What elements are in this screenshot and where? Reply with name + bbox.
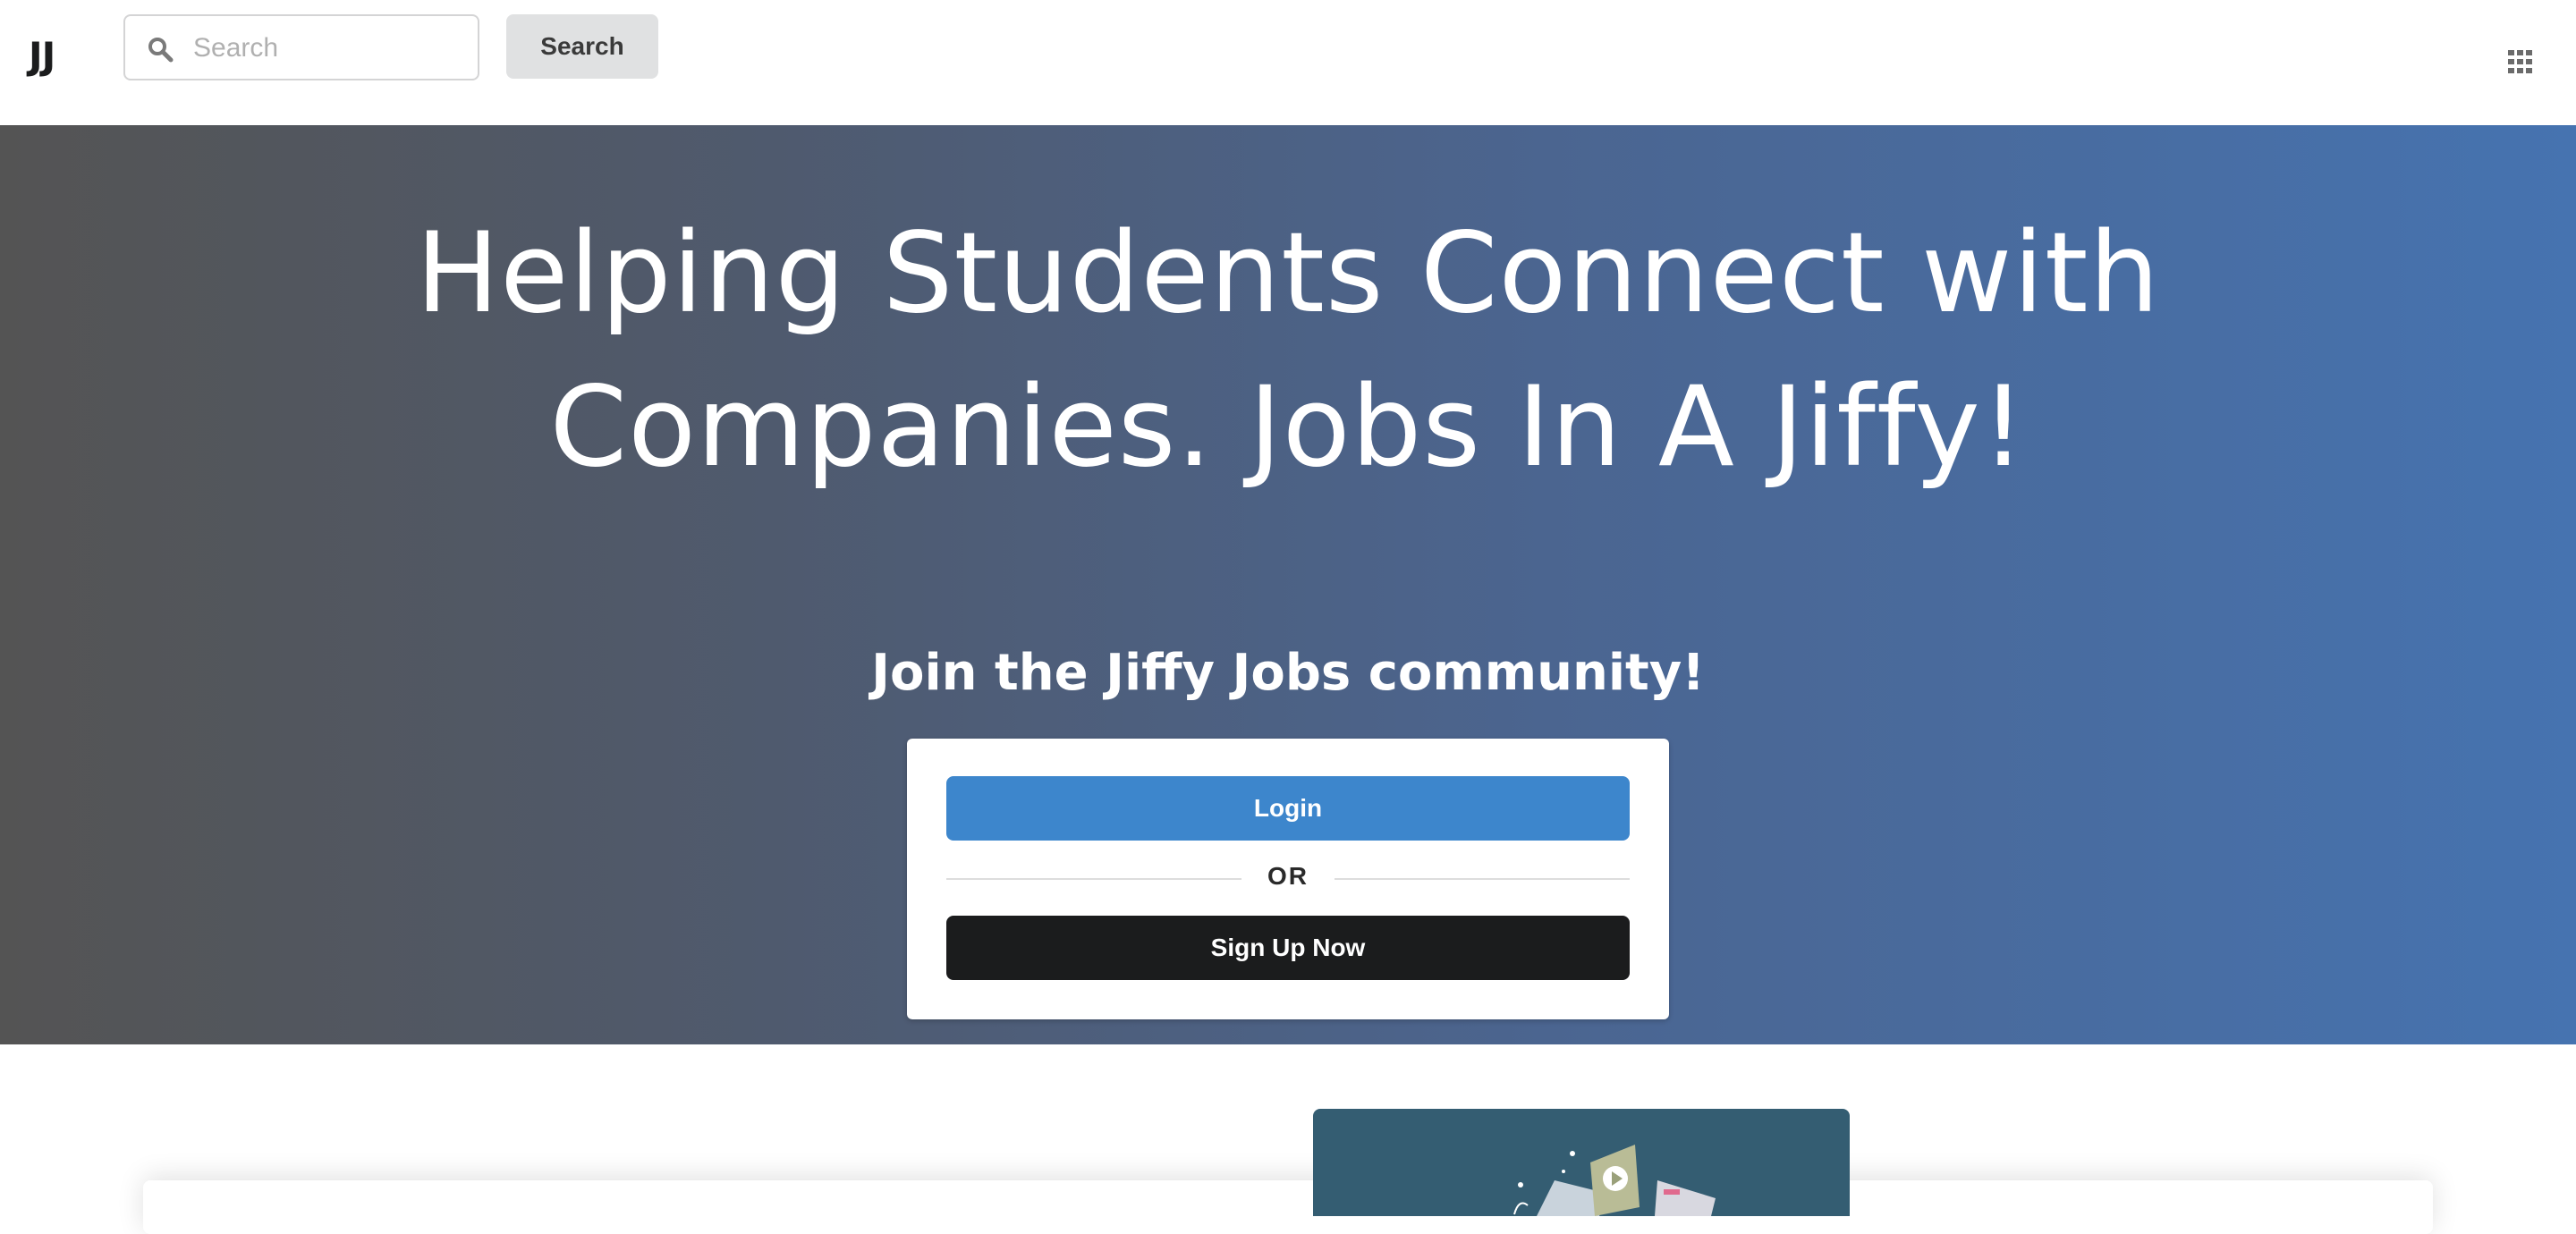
hero-section: Helping Students Connect with Companies.… — [0, 125, 2576, 1044]
top-nav-bar: JJ Search — [0, 0, 2576, 125]
divider-line-right — [1335, 878, 1630, 880]
illustration-graphic — [1513, 1145, 1716, 1216]
grid-icon[interactable] — [2508, 50, 2533, 73]
search-button[interactable]: Search — [506, 14, 658, 79]
join-heading: Join the Jiffy Jobs community! — [871, 644, 1705, 702]
login-button[interactable]: Login — [946, 776, 1630, 841]
or-divider: OR — [1267, 862, 1309, 890]
auth-card: Login OR Sign Up Now — [907, 739, 1669, 1019]
feature-illustration — [1313, 1109, 1850, 1216]
divider-line-left — [946, 878, 1241, 880]
search-input[interactable] — [191, 16, 472, 80]
feature-card — [143, 1180, 2433, 1234]
hero-title: Helping Students Connect with Companies.… — [415, 209, 2161, 492]
search-box[interactable] — [123, 14, 479, 80]
search-icon — [148, 38, 174, 63]
sign-up-button[interactable]: Sign Up Now — [946, 916, 1630, 980]
logo[interactable]: JJ — [29, 34, 55, 78]
